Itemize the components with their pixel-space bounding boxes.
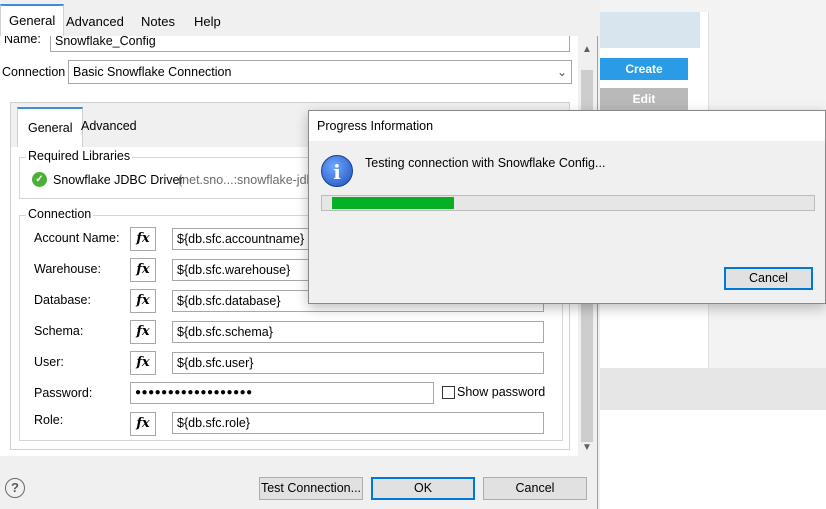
inner-tab-advanced[interactable]: Advanced	[71, 107, 147, 147]
cancel-button[interactable]: Cancel	[483, 477, 587, 500]
progress-cancel-button[interactable]: Cancel	[724, 267, 813, 290]
library-name: Snowflake JDBC Driver	[53, 173, 184, 187]
tab-help[interactable]: Help	[186, 8, 229, 36]
fx-button-account-name[interactable]: fx	[130, 227, 156, 251]
scroll-down-icon[interactable]: ▼	[581, 442, 593, 456]
name-field[interactable]: Snowflake_Config	[50, 36, 570, 52]
test-connection-button[interactable]: Test Connection...	[259, 477, 363, 500]
fx-button-warehouse[interactable]: fx	[130, 258, 156, 282]
create-button[interactable]: Create	[600, 58, 688, 80]
progress-dialog-title: Progress Information	[309, 111, 825, 141]
ok-button[interactable]: OK	[371, 477, 475, 500]
role-label: Role:	[34, 413, 64, 427]
user-field[interactable]: ${db.sfc.user}	[172, 352, 544, 374]
user-label: User:	[34, 355, 64, 369]
connection-label: Connection	[2, 65, 66, 79]
progress-bar	[321, 195, 815, 211]
fx-button-schema[interactable]: fx	[130, 320, 156, 344]
connection-group-title: Connection	[26, 207, 94, 221]
top-tab-bar: General Advanced Notes Help	[0, 0, 598, 36]
schema-label: Schema:	[34, 324, 84, 338]
required-libraries-title: Required Libraries	[26, 149, 133, 163]
check-icon: ✓	[32, 172, 47, 187]
tab-notes[interactable]: Notes	[133, 8, 183, 36]
background-lower-panel	[600, 368, 826, 410]
tab-general[interactable]: General	[0, 4, 65, 36]
tab-advanced[interactable]: Advanced	[58, 8, 132, 36]
connection-select[interactable]: Basic Snowflake Connection ⌄	[68, 60, 572, 84]
background-panel-header	[600, 12, 700, 48]
password-label: Password:	[34, 386, 93, 400]
background-strip	[600, 0, 826, 12]
progress-message: Testing connection with Snowflake Config…	[365, 156, 606, 170]
warehouse-label: Warehouse:	[34, 262, 101, 276]
name-label: Name:	[4, 36, 41, 46]
progress-dialog: Progress Information i Testing connectio…	[308, 110, 826, 304]
edit-button[interactable]: Edit	[600, 88, 688, 110]
show-password-label[interactable]: Show password	[457, 385, 545, 399]
fx-button-database[interactable]: fx	[130, 289, 156, 313]
schema-field[interactable]: ${db.sfc.schema}	[172, 321, 544, 343]
connection-select-value: Basic Snowflake Connection	[73, 65, 232, 79]
help-icon[interactable]: ?	[5, 478, 25, 498]
show-password-checkbox[interactable]	[442, 386, 455, 399]
fx-button-user[interactable]: fx	[130, 351, 156, 375]
scroll-up-icon[interactable]: ▲	[581, 44, 593, 58]
password-field[interactable]: ●●●●●●●●●●●●●●●●●●	[130, 382, 434, 404]
progress-bar-fill	[332, 197, 454, 209]
role-field[interactable]: ${db.sfc.role}	[172, 412, 544, 434]
chevron-down-icon[interactable]: ⌄	[557, 61, 567, 83]
database-label: Database:	[34, 293, 91, 307]
account-name-label: Account Name:	[34, 231, 120, 245]
fx-button-role[interactable]: fx	[130, 412, 156, 436]
info-icon: i	[321, 155, 353, 187]
library-detail: (net.sno...:snowflake-jdbc	[178, 173, 320, 187]
